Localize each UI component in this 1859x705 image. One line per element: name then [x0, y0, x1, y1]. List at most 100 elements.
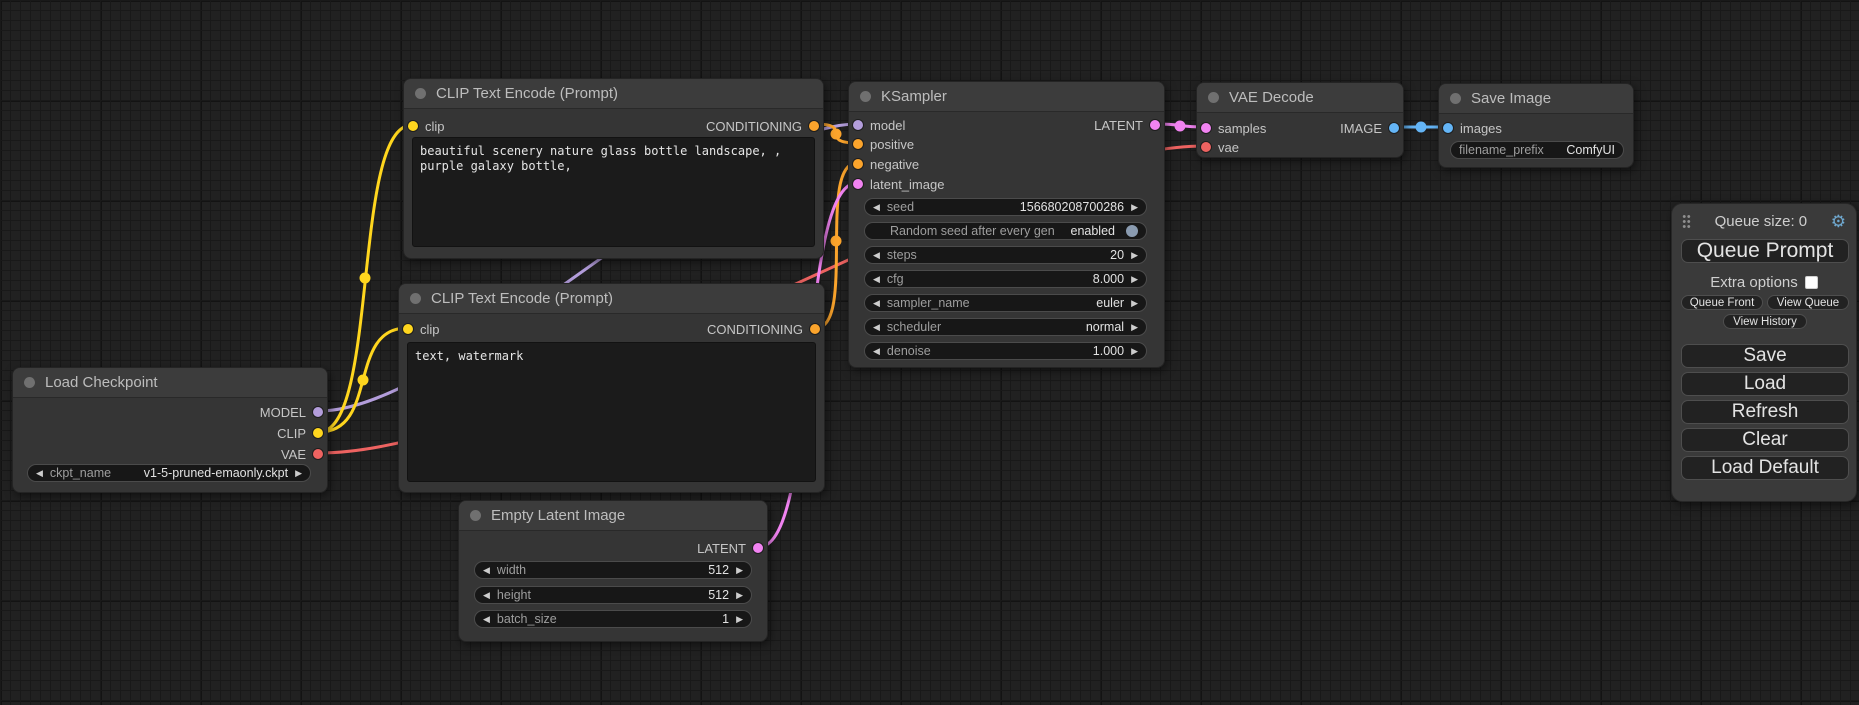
queue-size-label: Queue size: 0: [1691, 213, 1831, 230]
queue-front-button[interactable]: Queue Front: [1681, 295, 1763, 310]
right-arrow-icon[interactable]: ▶: [1131, 323, 1138, 332]
queue-panel-header: Queue size: 0 ⚙: [1672, 212, 1856, 230]
model-port-icon[interactable]: [313, 407, 323, 417]
latent-port-icon[interactable]: [753, 543, 763, 553]
latent-port-icon[interactable]: [853, 179, 863, 189]
right-arrow-icon[interactable]: ▶: [1131, 299, 1138, 308]
node-title-bar[interactable]: CLIP Text Encode (Prompt): [399, 284, 824, 314]
extra-options-checkbox[interactable]: [1805, 276, 1818, 289]
left-arrow-icon[interactable]: ◀: [873, 323, 880, 332]
node-title-bar[interactable]: KSampler: [849, 82, 1164, 112]
view-queue-button[interactable]: View Queue: [1767, 295, 1849, 310]
collapse-dot-icon[interactable]: [1450, 93, 1461, 104]
right-arrow-icon[interactable]: ▶: [1131, 347, 1138, 356]
widget-value: enabled: [1071, 224, 1116, 238]
node-title-bar[interactable]: Save Image: [1439, 84, 1633, 114]
view-history-button[interactable]: View History: [1723, 314, 1807, 329]
refresh-button[interactable]: Refresh: [1681, 400, 1849, 424]
prompt-textarea[interactable]: beautiful scenery nature glass bottle la…: [412, 137, 815, 247]
right-arrow-icon[interactable]: ▶: [295, 469, 302, 478]
right-arrow-icon[interactable]: ▶: [1131, 203, 1138, 212]
image-port-icon[interactable]: [1443, 123, 1453, 133]
collapse-dot-icon[interactable]: [1208, 92, 1219, 103]
left-arrow-icon[interactable]: ◀: [483, 615, 490, 624]
node-title-bar[interactable]: Load Checkpoint: [13, 368, 327, 398]
seed-widget[interactable]: ◀ seed 156680208700286 ▶: [864, 198, 1147, 216]
left-arrow-icon[interactable]: ◀: [873, 275, 880, 284]
right-arrow-icon[interactable]: ▶: [736, 615, 743, 624]
ckpt-name-widget[interactable]: ◀ ckpt_name v1-5-pruned-emaonly.ckpt ▶: [27, 464, 311, 482]
slot-label: model: [870, 118, 905, 133]
left-arrow-icon[interactable]: ◀: [483, 566, 490, 575]
latent-port-icon[interactable]: [1150, 120, 1160, 130]
widget-label: steps: [887, 248, 917, 262]
queue-prompt-button[interactable]: Queue Prompt: [1681, 239, 1849, 263]
scheduler-widget[interactable]: ◀ scheduler normal ▶: [864, 318, 1147, 336]
conditioning-port-icon[interactable]: [853, 139, 863, 149]
node-vae-decode[interactable]: VAE Decode samples vae IMAGE: [1196, 82, 1404, 158]
conditioning-port-icon[interactable]: [810, 324, 820, 334]
link-dot: [360, 273, 371, 284]
load-default-button[interactable]: Load Default: [1681, 456, 1849, 480]
output-slot-clip: CLIP: [277, 423, 323, 443]
clear-button[interactable]: Clear: [1681, 428, 1849, 452]
left-arrow-icon[interactable]: ◀: [873, 203, 880, 212]
comfyui-canvas[interactable]: { "colors": { "model": "#B39DDB", "clip"…: [0, 0, 1859, 705]
node-ksampler[interactable]: KSampler model positive negative latent_…: [848, 81, 1165, 368]
node-title-bar[interactable]: VAE Decode: [1197, 83, 1403, 113]
batch-size-widget[interactable]: ◀ batch_size 1 ▶: [474, 610, 752, 628]
model-port-icon[interactable]: [853, 120, 863, 130]
clip-port-icon[interactable]: [403, 324, 413, 334]
left-arrow-icon[interactable]: ◀: [873, 251, 880, 260]
input-slot-model: model: [853, 115, 905, 135]
toggle-circle-icon[interactable]: [1126, 225, 1138, 237]
extra-options-label: Extra options: [1710, 274, 1798, 291]
right-arrow-icon[interactable]: ▶: [1131, 251, 1138, 260]
prompt-textarea[interactable]: text, watermark: [407, 342, 816, 482]
slot-label: IMAGE: [1340, 121, 1382, 136]
filename-prefix-widget[interactable]: filename_prefix ComfyUI: [1450, 141, 1624, 159]
conditioning-port-icon[interactable]: [809, 121, 819, 131]
clip-port-icon[interactable]: [408, 121, 418, 131]
cfg-widget[interactable]: ◀ cfg 8.000 ▶: [864, 270, 1147, 288]
denoise-widget[interactable]: ◀ denoise 1.000 ▶: [864, 342, 1147, 360]
collapse-dot-icon[interactable]: [470, 510, 481, 521]
node-title-bar[interactable]: Empty Latent Image: [459, 501, 767, 531]
left-arrow-icon[interactable]: ◀: [873, 347, 880, 356]
load-button[interactable]: Load: [1681, 372, 1849, 396]
node-empty-latent-image[interactable]: Empty Latent Image LATENT ◀ width 512 ▶ …: [458, 500, 768, 642]
vae-port-icon[interactable]: [1201, 142, 1211, 152]
width-widget[interactable]: ◀ width 512 ▶: [474, 561, 752, 579]
right-arrow-icon[interactable]: ▶: [736, 566, 743, 575]
collapse-dot-icon[interactable]: [24, 377, 35, 388]
node-clip-encode-positive[interactable]: CLIP Text Encode (Prompt) clip CONDITION…: [403, 78, 824, 259]
output-slot-latent: LATENT: [697, 538, 763, 558]
save-button[interactable]: Save: [1681, 344, 1849, 368]
slot-label: negative: [870, 157, 919, 172]
left-arrow-icon[interactable]: ◀: [36, 469, 43, 478]
height-widget[interactable]: ◀ height 512 ▶: [474, 586, 752, 604]
drag-handle-icon[interactable]: [1682, 214, 1691, 229]
conditioning-port-icon[interactable]: [853, 159, 863, 169]
node-save-image[interactable]: Save Image images filename_prefix ComfyU…: [1438, 83, 1634, 168]
right-arrow-icon[interactable]: ▶: [1131, 275, 1138, 284]
latent-port-icon[interactable]: [1201, 123, 1211, 133]
sampler-name-widget[interactable]: ◀ sampler_name euler ▶: [864, 294, 1147, 312]
image-port-icon[interactable]: [1389, 123, 1399, 133]
node-title-bar[interactable]: CLIP Text Encode (Prompt): [404, 79, 823, 109]
random-seed-widget[interactable]: Random seed after every gen enabled: [864, 222, 1147, 240]
settings-gear-icon[interactable]: ⚙: [1831, 213, 1846, 230]
steps-widget[interactable]: ◀ steps 20 ▶: [864, 246, 1147, 264]
node-clip-encode-negative[interactable]: CLIP Text Encode (Prompt) clip CONDITION…: [398, 283, 825, 493]
left-arrow-icon[interactable]: ◀: [873, 299, 880, 308]
vae-port-icon[interactable]: [313, 449, 323, 459]
slot-label: clip: [425, 119, 445, 134]
slot-label: CLIP: [277, 426, 306, 441]
collapse-dot-icon[interactable]: [410, 293, 421, 304]
left-arrow-icon[interactable]: ◀: [483, 591, 490, 600]
collapse-dot-icon[interactable]: [415, 88, 426, 99]
clip-port-icon[interactable]: [313, 428, 323, 438]
collapse-dot-icon[interactable]: [860, 91, 871, 102]
node-load-checkpoint[interactable]: Load Checkpoint MODEL CLIP VAE ◀ ckpt_na…: [12, 367, 328, 493]
right-arrow-icon[interactable]: ▶: [736, 591, 743, 600]
